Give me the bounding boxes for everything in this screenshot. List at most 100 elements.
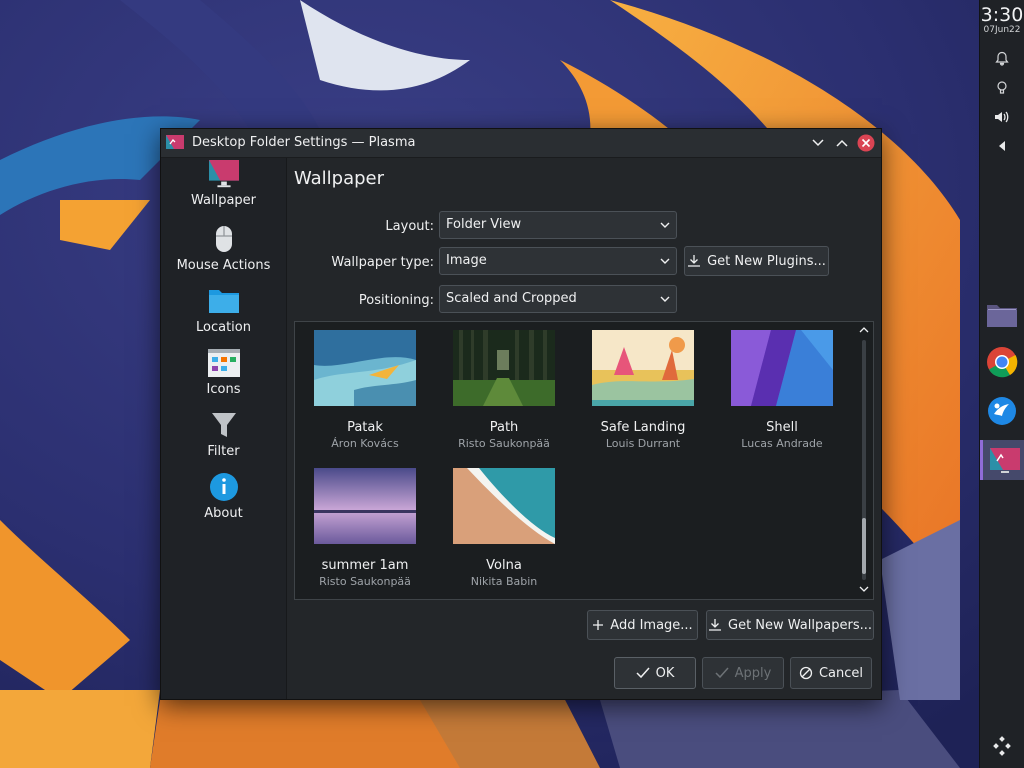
desktop-folder-settings-dialog: Desktop Folder Settings — Plasma Wallpap… — [160, 128, 882, 700]
layout-value: Folder View — [446, 217, 522, 232]
download-icon — [709, 619, 721, 631]
wallpaper-tile-safe-landing[interactable]: Safe Landing Louis Durrant — [578, 330, 708, 450]
mouse-icon — [215, 226, 232, 252]
wallpaper-tile-volna[interactable]: Volna Nikita Babin — [439, 468, 569, 588]
folder-task-icon[interactable] — [982, 294, 1022, 334]
volume-icon[interactable] — [980, 104, 1024, 130]
lightbulb-icon[interactable] — [980, 75, 1024, 101]
sidebar-item-label: Location — [196, 320, 251, 335]
sidebar-item-icons[interactable]: Icons — [161, 347, 286, 397]
checkmark-icon — [636, 667, 650, 679]
sidebar-item-label: About — [204, 506, 243, 521]
wallpaper-tile-patak[interactable]: Patak Áron Kovács — [300, 330, 430, 450]
layout-label: Layout: — [385, 219, 434, 234]
cancel-label: Cancel — [818, 665, 864, 681]
layout-combo[interactable]: Folder View — [439, 211, 677, 239]
sidebar-item-filter[interactable]: Filter — [161, 409, 286, 459]
cancel-icon — [799, 666, 813, 680]
info-icon — [209, 473, 238, 501]
monitor-icon — [208, 160, 239, 188]
wallpaper-type-label: Wallpaper type: — [331, 255, 434, 270]
wallpaper-type-combo[interactable]: Image — [439, 247, 677, 275]
sidebar-item-label: Wallpaper — [190, 193, 257, 208]
sidebar-item-label: Filter — [207, 444, 240, 459]
get-new-plugins-label: Get New Plugins... — [707, 253, 826, 269]
get-new-wallpapers-button[interactable]: Get New Wallpapers... — [706, 610, 874, 640]
dialog-titlebar[interactable]: Desktop Folder Settings — Plasma — [161, 129, 881, 158]
chevron-down-icon — [660, 222, 670, 228]
wallpaper-thumbnail — [592, 330, 694, 406]
wallpaper-grid[interactable]: Patak Áron Kovács Path Risto Saukonpää S… — [294, 321, 874, 600]
funnel-icon — [211, 413, 236, 437]
positioning-combo[interactable]: Scaled and Cropped — [439, 285, 677, 313]
chrome-icon[interactable] — [982, 342, 1022, 382]
wallpaper-name: Patak — [347, 420, 383, 435]
ok-button[interactable]: OK — [614, 657, 696, 689]
ok-label: OK — [655, 665, 675, 681]
positioning-value: Scaled and Cropped — [446, 291, 577, 306]
wallpaper-author: Risto Saukonpää — [458, 437, 550, 450]
add-image-button[interactable]: Add Image... — [587, 610, 698, 640]
dialog-title: Desktop Folder Settings — Plasma — [192, 135, 416, 150]
apply-label: Apply — [734, 665, 772, 681]
maximize-button[interactable] — [832, 133, 852, 153]
chevron-down-icon — [812, 139, 824, 147]
wallpaper-tile-summer-1am[interactable]: summer 1am Risto Saukonpää — [300, 468, 430, 588]
wallpaper-author: Louis Durrant — [605, 437, 681, 450]
chevron-up-icon — [836, 139, 848, 147]
wallpaper-tile-path[interactable]: Path Risto Saukonpää — [439, 330, 569, 450]
settings-content: Wallpaper Layout: Folder View Wallpaper … — [287, 158, 881, 699]
wallpaper-type-value: Image — [446, 253, 487, 268]
cancel-button[interactable]: Cancel — [790, 657, 872, 689]
wallpaper-thumbnail — [731, 330, 833, 406]
sidebar-item-label: Mouse Actions — [176, 258, 271, 273]
wallpaper-thumbnail — [453, 468, 555, 544]
page-title: Wallpaper — [294, 168, 385, 189]
plasma-panel: 3:30 07Jun22 — [979, 0, 1024, 768]
clock-date[interactable]: 07Jun22 — [980, 25, 1024, 35]
sidebar-item-location[interactable]: Location — [161, 285, 286, 335]
sidebar-item-mouse-actions[interactable]: Mouse Actions — [161, 223, 286, 273]
scrollbar-thumb — [862, 518, 866, 574]
wallpaper-name: summer 1am — [321, 558, 409, 573]
apply-button[interactable]: Apply — [702, 657, 784, 689]
wallpaper-name: Path — [489, 420, 519, 435]
get-new-plugins-button[interactable]: Get New Plugins... — [684, 246, 829, 276]
settings-sidebar: Wallpaper Mouse Actions Location Icons F… — [161, 158, 287, 699]
wallpaper-thumbnail — [314, 468, 416, 544]
bell-icon[interactable] — [980, 46, 1024, 72]
wallpaper-author: Nikita Babin — [470, 575, 538, 588]
wallpaper-name: Volna — [486, 558, 522, 573]
get-new-wallpapers-label: Get New Wallpapers... — [728, 617, 872, 633]
sidebar-item-wallpaper[interactable]: Wallpaper — [161, 160, 286, 208]
plus-icon — [593, 620, 604, 630]
checkmark-icon — [715, 667, 729, 679]
sidebar-item-label: Icons — [206, 382, 241, 397]
minimize-button[interactable] — [808, 133, 828, 153]
wallpaper-name: Shell — [766, 420, 798, 435]
wallpaper-grid-scrollbar[interactable] — [855, 322, 873, 599]
collapse-arrow-icon[interactable] — [980, 133, 1024, 159]
sidebar-item-about[interactable]: About — [161, 471, 286, 521]
positioning-label: Positioning: — [358, 293, 434, 308]
close-button[interactable] — [856, 133, 876, 153]
panel-settings-icon[interactable] — [980, 731, 1024, 761]
chevron-down-icon — [660, 296, 670, 302]
download-icon — [688, 255, 701, 267]
chevron-down-icon — [660, 258, 670, 264]
wallpaper-name: Safe Landing — [600, 420, 686, 435]
desktop-settings-app-icon — [166, 135, 184, 149]
scroll-up-icon — [859, 327, 869, 333]
scroll-down-icon — [859, 586, 869, 592]
wallpaper-author: Lucas Andrade — [741, 437, 823, 450]
wallpaper-thumbnail — [453, 330, 555, 406]
desktop-settings-task-icon[interactable] — [980, 440, 1024, 480]
wallpaper-thumbnail — [314, 330, 416, 406]
icons-grid-icon — [207, 349, 240, 377]
app-launcher-icon[interactable] — [982, 391, 1022, 431]
wallpaper-tile-shell[interactable]: Shell Lucas Andrade — [717, 330, 847, 450]
wallpaper-author: Risto Saukonpää — [319, 575, 411, 588]
add-image-label: Add Image... — [610, 617, 693, 633]
wallpaper-author: Áron Kovács — [331, 437, 399, 450]
clock-time[interactable]: 3:30 — [980, 4, 1024, 26]
